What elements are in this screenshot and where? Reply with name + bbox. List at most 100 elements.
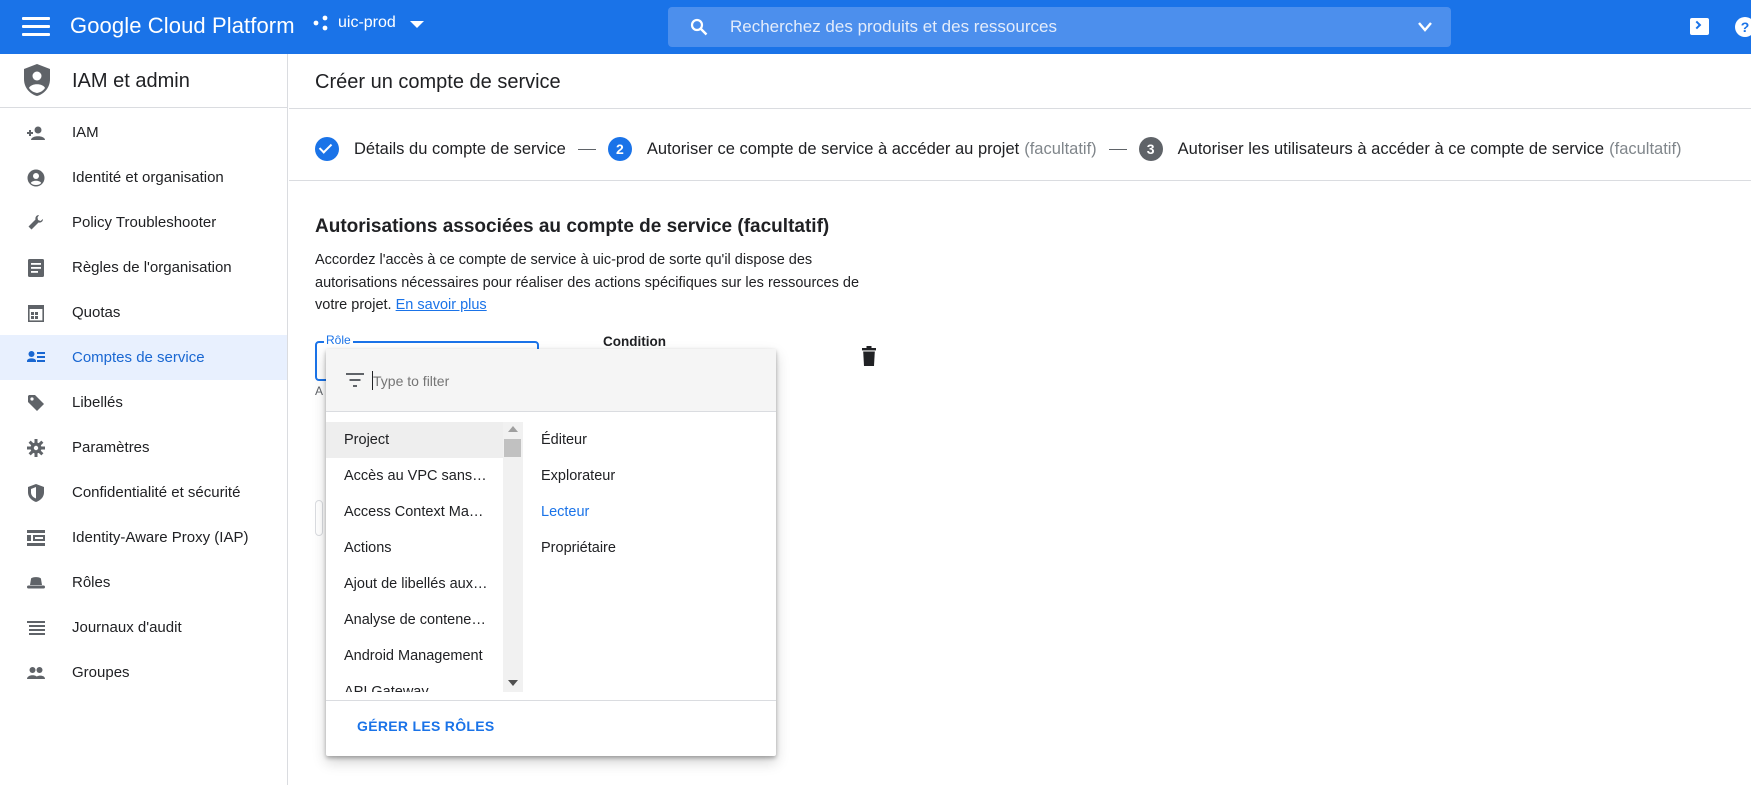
sidebar-item-label: Libellés: [72, 394, 123, 411]
step-3-number: 3: [1138, 137, 1163, 161]
scrollbar-thumb[interactable]: [504, 439, 521, 457]
project-name: uic-prod: [338, 14, 396, 31]
cloud-shell-icon[interactable]: [1690, 18, 1709, 35]
sidebar-item-identity[interactable]: Identité et organisation: [0, 155, 287, 200]
chevron-down-icon: [409, 20, 424, 28]
project-selector[interactable]: uic-prod: [312, 14, 424, 32]
hamburger-menu-icon[interactable]: [22, 17, 50, 37]
search-expand-chevron-icon[interactable]: [1417, 20, 1433, 34]
people-icon: [26, 663, 46, 683]
sidebar-item-label: Journaux d'audit: [72, 619, 182, 636]
role-item[interactable]: Éditeur: [541, 422, 761, 458]
role-category-list: Project Accès au VPC sans serveur Access…: [326, 422, 503, 692]
role-dropdown-footer: GÉRER LES RÔLES: [326, 700, 776, 756]
sidebar-item-label: Policy Troubleshooter: [72, 214, 217, 231]
label-tag-icon: [26, 393, 46, 413]
step-2-optional: (facultatif): [1024, 139, 1097, 158]
project-dots-icon: [313, 15, 328, 31]
search-bar[interactable]: [668, 7, 1451, 47]
person-add-icon: [26, 123, 46, 143]
sidebar-item-label: Règles de l'organisation: [72, 259, 232, 276]
sidebar-item-audit-logs[interactable]: Journaux d'audit: [0, 605, 287, 650]
role-category-item[interactable]: Actions: [326, 530, 503, 566]
top-app-bar: Google Cloud Platform uic-prod ?: [0, 0, 1751, 54]
proxy-icon: [26, 528, 46, 548]
sidebar-item-label: Confidentialité et sécurité: [72, 484, 241, 501]
hat-icon: [26, 573, 46, 593]
role-category-item[interactable]: Analyse de conteneurs: [326, 602, 503, 638]
delete-icon[interactable]: [860, 346, 878, 366]
list-lines-icon: [26, 618, 46, 638]
role-item[interactable]: Explorateur: [541, 458, 761, 494]
sidebar-item-label: IAM: [72, 124, 99, 141]
sidebar-item-label: Groupes: [72, 664, 130, 681]
divider: [289, 180, 1751, 181]
add-role-button[interactable]: [315, 500, 323, 536]
step-3-label[interactable]: Autoriser les utilisateurs à accéder à c…: [1178, 140, 1604, 159]
service-account-icon: [26, 348, 46, 368]
help-icon[interactable]: ?: [1735, 17, 1751, 37]
learn-more-link[interactable]: En savoir plus: [396, 297, 487, 313]
sidebar-item-label: Quotas: [72, 304, 121, 321]
category-scrollbar[interactable]: [503, 422, 523, 692]
sidebar-item-settings[interactable]: Paramètres: [0, 425, 287, 470]
section-description: Accordez l'accès à ce compte de service …: [315, 249, 885, 317]
gear-icon: [26, 438, 46, 458]
shield-icon: [26, 483, 46, 503]
sidebar-item-label: Paramètres: [72, 439, 150, 456]
role-category-item[interactable]: Accès au VPC sans serveur: [326, 458, 503, 494]
role-category-item[interactable]: API Gateway: [326, 674, 503, 692]
sidebar-title: IAM et admin: [72, 70, 190, 92]
sidebar-item-label: Identity-Aware Proxy (IAP): [72, 529, 249, 546]
brand-title[interactable]: Google Cloud Platform: [70, 13, 295, 39]
role-helper-text: Ac: [315, 384, 323, 398]
role-item[interactable]: Propriétaire: [541, 530, 761, 566]
scroll-down-arrow-icon[interactable]: [508, 680, 518, 686]
sidebar: IAM et admin IAM Identité et organisatio…: [0, 54, 288, 785]
role-item[interactable]: Lecteur: [541, 494, 761, 530]
sidebar-item-quotas[interactable]: Quotas: [0, 290, 287, 335]
condition-label: Condition: [603, 334, 666, 349]
sidebar-item-label: Comptes de service: [72, 349, 205, 366]
step-2-number: 2: [607, 137, 632, 161]
sidebar-item-privacy-security[interactable]: Confidentialité et sécurité: [0, 470, 287, 515]
role-category-item[interactable]: Ajout de libellés aux ressources: [326, 566, 503, 602]
step-separator: [577, 148, 596, 150]
step-complete-check-icon: [315, 137, 339, 161]
role-category-item[interactable]: Project: [326, 422, 503, 458]
sidebar-item-iap[interactable]: Identity-Aware Proxy (IAP): [0, 515, 287, 560]
role-category-item[interactable]: Android Management: [326, 638, 503, 674]
role-filter-input[interactable]: [373, 367, 753, 395]
scroll-up-arrow-icon[interactable]: [508, 426, 518, 432]
document-list-icon: [26, 258, 46, 278]
sidebar-item-org-policies[interactable]: Règles de l'organisation: [0, 245, 287, 290]
iam-shield-icon: [24, 64, 50, 96]
role-field-label: Rôle: [324, 333, 353, 347]
sidebar-header: IAM et admin: [0, 54, 287, 108]
wrench-icon: [26, 213, 46, 233]
step-separator: [1108, 148, 1127, 150]
step-2-label[interactable]: Autoriser ce compte de service à accéder…: [647, 140, 1019, 159]
filter-icon: [346, 373, 364, 387]
sidebar-item-labels[interactable]: Libellés: [0, 380, 287, 425]
role-list: Éditeur Explorateur Lecteur Propriétaire: [541, 422, 761, 566]
divider: [289, 108, 1751, 109]
account-circle-icon: [26, 168, 46, 188]
step-1-label[interactable]: Détails du compte de service: [354, 140, 566, 159]
search-icon: [690, 18, 708, 36]
calendar-grid-icon: [26, 303, 46, 323]
sidebar-item-policy-troubleshooter[interactable]: Policy Troubleshooter: [0, 200, 287, 245]
sidebar-item-iam[interactable]: IAM: [0, 110, 287, 155]
sidebar-item-service-accounts[interactable]: Comptes de service: [0, 335, 287, 380]
sidebar-item-roles[interactable]: Rôles: [0, 560, 287, 605]
search-input[interactable]: [730, 7, 1370, 47]
role-category-item[interactable]: Access Context Manager: [326, 494, 503, 530]
stepper: Détails du compte de service 2 Autoriser…: [315, 134, 1682, 164]
sidebar-item-groups[interactable]: Groupes: [0, 650, 287, 695]
sidebar-item-label: Rôles: [72, 574, 111, 591]
step-3-optional: (facultatif): [1609, 139, 1682, 158]
role-filter-bar: [326, 349, 776, 412]
sidebar-item-label: Identité et organisation: [72, 169, 224, 186]
section-title: Autorisations associées au compte de ser…: [315, 216, 830, 237]
manage-roles-button[interactable]: GÉRER LES RÔLES: [357, 718, 495, 734]
